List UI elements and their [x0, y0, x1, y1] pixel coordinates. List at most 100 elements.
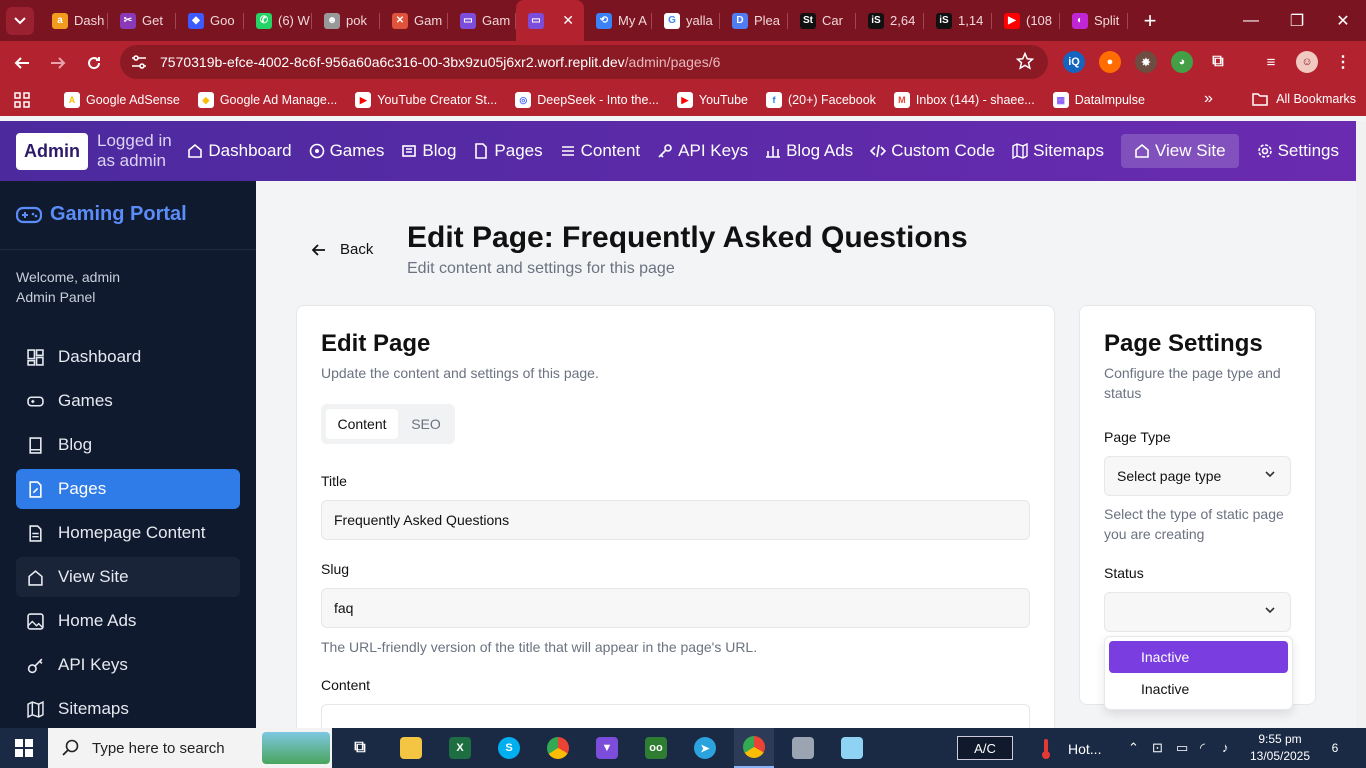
browser-tab[interactable]: St Car — [788, 0, 856, 41]
chrome-button[interactable] — [538, 728, 578, 768]
bookmark-item[interactable]: ▦ DataImpulse — [1052, 92, 1145, 108]
weather-widget[interactable]: Hot... — [1040, 738, 1101, 760]
tray-chevron-up-icon[interactable]: ⌃ — [1128, 740, 1139, 756]
status-option[interactable]: Inactive — [1109, 641, 1288, 673]
bookmark-item[interactable]: ▶ YouTube — [676, 92, 748, 108]
back-nav-button[interactable] — [4, 45, 40, 81]
topnav-sitemaps[interactable]: Sitemaps — [1012, 141, 1104, 161]
browser-tab[interactable]: iS 1,14 — [924, 0, 992, 41]
maximize-button[interactable]: ❐ — [1274, 0, 1320, 41]
topnav-dashboard[interactable]: Dashboard — [187, 141, 292, 161]
extension-color-icon[interactable]: ◕ — [1171, 51, 1193, 73]
start-button[interactable] — [0, 728, 48, 768]
taskbar-clock[interactable]: 9:55 pm 13/05/2025 — [1240, 731, 1320, 765]
forward-nav-button[interactable] — [40, 45, 76, 81]
profile-avatar[interactable]: ☺ — [1296, 51, 1318, 73]
browser-tab[interactable]: ✕ Gam — [380, 0, 448, 41]
browser-tab[interactable]: ⟲ My A — [584, 0, 652, 41]
browser-tab[interactable]: D Plea — [720, 0, 788, 41]
sidebar-item-dashboard[interactable]: Dashboard — [16, 337, 240, 377]
excel-button[interactable]: X — [440, 728, 480, 768]
chrome-active-button[interactable] — [734, 728, 774, 768]
browser-tab[interactable]: ▭ Gam — [448, 0, 516, 41]
slug-input[interactable]: faq — [321, 588, 1030, 628]
content-editor[interactable] — [321, 704, 1030, 728]
topnav-games[interactable]: Games — [309, 141, 384, 161]
bookmark-item[interactable]: A Google AdSense — [64, 92, 180, 108]
browser-tab[interactable]: iS 2,64 — [856, 0, 924, 41]
notification-center-button[interactable]: 6 — [1322, 736, 1348, 760]
browser-menu-icon[interactable]: ⋮ — [1332, 51, 1354, 73]
app-oo-button[interactable]: oo — [636, 728, 676, 768]
tray-battery-icon[interactable]: ▭ — [1176, 740, 1188, 756]
bookmark-star-icon[interactable] — [1016, 52, 1034, 70]
bookmark-item[interactable]: f (20+) Facebook — [766, 92, 876, 108]
telegram-button[interactable]: ➤ — [685, 728, 725, 768]
tray-volume-icon[interactable]: ♪ — [1222, 740, 1229, 755]
page-scrollbar[interactable] — [1356, 121, 1366, 728]
topnav-custom-code[interactable]: Custom Code — [870, 141, 995, 161]
sidebar-item-sitemaps[interactable]: Sitemaps — [16, 689, 240, 729]
sidebar-item-games[interactable]: Games — [16, 381, 240, 421]
tab-seo[interactable]: SEO — [403, 409, 449, 439]
topnav-view-site[interactable]: View Site — [1121, 134, 1239, 168]
topnav-pages[interactable]: Pages — [473, 141, 543, 161]
browser-tab[interactable]: ✆ (6) W — [244, 0, 312, 41]
page-type-select[interactable]: Select page type — [1104, 456, 1291, 496]
bookmark-item[interactable]: ◆ Google Ad Manage... — [197, 92, 337, 108]
back-button[interactable]: Back — [312, 241, 373, 258]
media-control-icon[interactable]: ≡ — [1260, 51, 1282, 73]
browser-tab[interactable]: ☻ pok — [312, 0, 380, 41]
extension-iq-icon[interactable]: iQ — [1063, 51, 1085, 73]
reload-button[interactable] — [76, 45, 112, 81]
all-bookmarks-button[interactable]: All Bookmarks — [1252, 92, 1356, 106]
sidebar-item-home-ads[interactable]: Home Ads — [16, 601, 240, 641]
ac-button[interactable]: A/C — [957, 736, 1013, 760]
bookmark-item[interactable]: ▶ YouTube Creator St... — [355, 92, 497, 108]
sidebar-item-api-keys[interactable]: API Keys — [16, 645, 240, 685]
topnav-api-keys[interactable]: API Keys — [657, 141, 748, 161]
extension-cookie-icon[interactable]: ✸ — [1135, 51, 1157, 73]
close-window-button[interactable]: ✕ — [1320, 0, 1366, 41]
new-tab-button[interactable]: + — [1138, 8, 1162, 34]
site-info-button[interactable] — [124, 47, 154, 77]
tab-content[interactable]: Content — [326, 409, 398, 439]
browser-tab[interactable]: a Dash — [40, 0, 108, 41]
bookmark-item[interactable]: M Inbox (144) - shaee... — [893, 92, 1035, 108]
sidebar-item-pages[interactable]: Pages — [16, 469, 240, 509]
title-input[interactable]: Frequently Asked Questions — [321, 500, 1030, 540]
topnav-blog-ads[interactable]: Blog Ads — [765, 141, 853, 161]
tray-camera-icon[interactable]: ⊡ — [1152, 740, 1163, 756]
file-explorer-button[interactable] — [391, 728, 431, 768]
extension-flame-icon[interactable]: ● — [1099, 51, 1121, 73]
topnav-blog[interactable]: Blog — [401, 141, 456, 161]
bookmark-item[interactable]: ◎ DeepSeek - Into the... — [515, 92, 659, 108]
tray-wifi-icon[interactable]: ◜ — [1200, 740, 1205, 756]
browser-tab[interactable]: ✂ Get — [108, 0, 176, 41]
browser-tab[interactable]: ◐ Split — [1060, 0, 1128, 41]
minimize-button[interactable]: — — [1228, 0, 1274, 41]
topnav-settings[interactable]: Settings — [1257, 141, 1339, 161]
sidebar-item-view-site[interactable]: View Site — [16, 557, 240, 597]
skype-button[interactable]: S — [489, 728, 529, 768]
topnav-content[interactable]: Content — [560, 141, 640, 161]
task-view-button[interactable]: ⧉ — [340, 728, 380, 768]
more-bookmarks-icon[interactable]: » — [1204, 90, 1213, 108]
tab-close-icon[interactable]: ✕ — [562, 12, 574, 29]
status-select[interactable] — [1104, 592, 1291, 632]
apps-grid-icon[interactable] — [14, 92, 40, 108]
vpn-button[interactable]: ▼ — [587, 728, 627, 768]
browser-tab[interactable]: Gyalla — [652, 0, 720, 41]
notepad-button[interactable] — [832, 728, 872, 768]
sidebar-item-homepage-content[interactable]: Homepage Content — [16, 513, 240, 553]
browser-tab[interactable]: ▶ (108 — [992, 0, 1060, 41]
extensions-puzzle-icon[interactable]: ⧉ — [1207, 51, 1229, 73]
sidebar-item-blog[interactable]: Blog — [16, 425, 240, 465]
address-bar[interactable]: 7570319b-efce-4002-8c6f-956a60a6c316-00-… — [120, 45, 1048, 79]
status-option[interactable]: Inactive — [1109, 673, 1288, 705]
browser-tab[interactable]: ▭ ✕ — [516, 0, 584, 41]
brand[interactable]: Gaming Portal — [16, 203, 187, 226]
taskbar-search[interactable]: Type here to search — [48, 728, 332, 768]
browser-tab[interactable]: ◆ Goo — [176, 0, 244, 41]
tab-search-button[interactable] — [6, 6, 34, 35]
